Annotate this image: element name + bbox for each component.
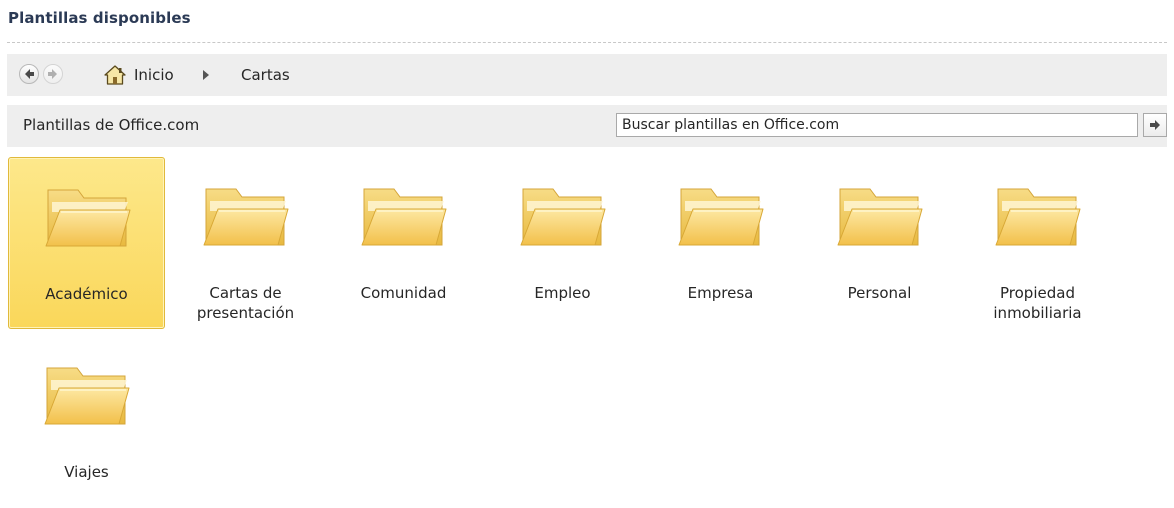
search-go-button[interactable] bbox=[1143, 113, 1167, 137]
folder-icon bbox=[995, 188, 1081, 246]
folder-icon bbox=[203, 188, 289, 246]
search-input[interactable] bbox=[616, 113, 1138, 137]
back-button[interactable] bbox=[19, 64, 39, 84]
chevron-right-icon bbox=[203, 70, 209, 80]
folder-label: Cartas de presentación bbox=[196, 284, 295, 322]
folder-label: Propiedad inmobiliaria bbox=[993, 284, 1082, 322]
title-divider bbox=[7, 42, 1167, 43]
folder-tile[interactable]: Cartas de presentación bbox=[167, 157, 324, 329]
folder-label: Personal bbox=[847, 284, 912, 302]
folder-icon bbox=[678, 188, 764, 246]
folder-tile[interactable]: Comunidad bbox=[325, 157, 482, 329]
folder-tile[interactable]: Empresa bbox=[642, 157, 799, 329]
folder-label: Empleo bbox=[534, 284, 591, 302]
home-icon[interactable] bbox=[104, 65, 126, 85]
folder-label: Comunidad bbox=[360, 284, 447, 302]
breadcrumb-home[interactable]: Inicio bbox=[134, 66, 174, 84]
folder-icon bbox=[44, 367, 130, 425]
breadcrumb-current: Cartas bbox=[241, 66, 290, 84]
section-title: Plantillas disponibles bbox=[8, 9, 191, 27]
folder-icon bbox=[520, 188, 606, 246]
forward-button[interactable] bbox=[43, 64, 63, 84]
forward-arrow-icon bbox=[48, 69, 57, 79]
folder-tile[interactable]: Empleo bbox=[484, 157, 641, 329]
arrow-right-icon bbox=[1150, 120, 1160, 130]
folder-icon bbox=[361, 188, 447, 246]
breadcrumb-bar: Inicio Cartas bbox=[7, 54, 1167, 96]
folder-tile[interactable]: Propiedad inmobiliaria bbox=[959, 157, 1116, 329]
folder-label: Académico bbox=[45, 285, 128, 303]
folder-tile[interactable]: Viajes bbox=[8, 336, 165, 508]
folder-tile[interactable]: Académico bbox=[8, 157, 165, 329]
folder-label: Empresa bbox=[687, 284, 754, 302]
office-label: Plantillas de Office.com bbox=[23, 116, 200, 134]
folder-icon bbox=[45, 189, 131, 247]
folder-label: Viajes bbox=[64, 463, 109, 481]
folder-tile[interactable]: Personal bbox=[801, 157, 958, 329]
folder-icon bbox=[837, 188, 923, 246]
office-bar: Plantillas de Office.com bbox=[7, 105, 1167, 147]
back-arrow-icon bbox=[25, 69, 34, 79]
